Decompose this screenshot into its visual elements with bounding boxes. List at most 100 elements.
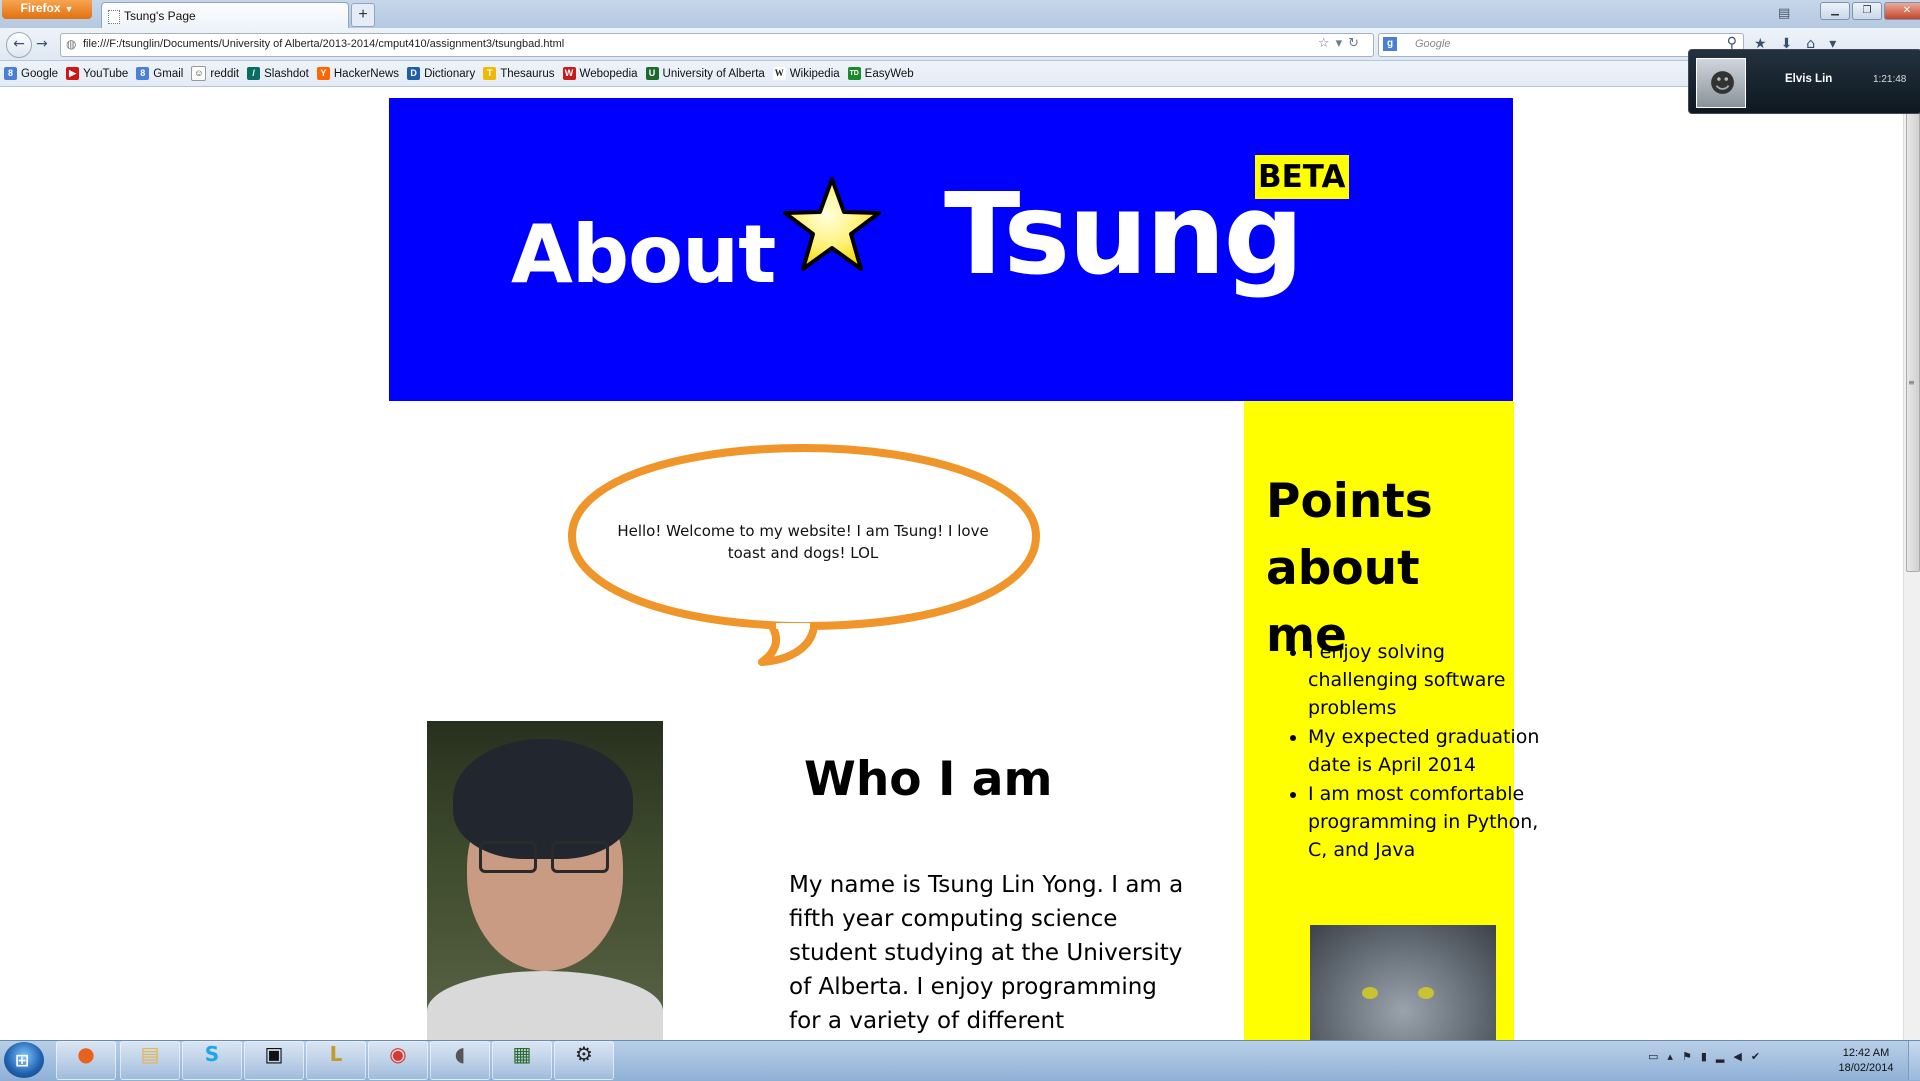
- bookmark-label: Webopedia: [579, 67, 638, 80]
- hackernews-icon: Y: [316, 67, 330, 80]
- bookmark-dictionary[interactable]: D Dictionary: [407, 67, 475, 80]
- windows-logo-icon: ⊞: [15, 1051, 30, 1071]
- bookmark-label: HackerNews: [333, 67, 400, 80]
- bookmark-slashdot[interactable]: / Slashdot: [247, 67, 309, 80]
- notification-name: Elvis Lin: [1785, 73, 1833, 85]
- signal-icon[interactable]: ▂: [1716, 1050, 1733, 1063]
- bookmark-thesaurus[interactable]: T Thesaurus: [483, 67, 555, 80]
- clock-date: 18/02/2014: [1838, 1062, 1894, 1074]
- flag-icon[interactable]: ⚑: [1682, 1050, 1701, 1063]
- list-item: My expected graduation date is April 201…: [1308, 723, 1554, 779]
- ualberta-icon: U: [645, 67, 659, 80]
- slashdot-icon: /: [247, 67, 261, 80]
- bookmark-webopedia[interactable]: W Webopedia: [562, 67, 638, 80]
- bookmark-label: EasyWeb: [864, 67, 914, 80]
- chrome-icon[interactable]: ◉: [368, 1041, 428, 1080]
- bookmark-label: Thesaurus: [500, 67, 555, 80]
- start-button[interactable]: ⊞: [4, 1042, 44, 1078]
- scrollbar-thumb[interactable]: [1906, 104, 1920, 572]
- clock-time: 12:42 AM: [1842, 1047, 1890, 1059]
- points-list: I enjoy solving challenging software pro…: [1266, 638, 1554, 865]
- speech-bubble-text: Hello! Welcome to my website! I am Tsung…: [617, 522, 989, 562]
- cat-eye-right: [1418, 987, 1434, 999]
- photo-glasses-right: [551, 841, 609, 873]
- bookmark-label: reddit: [210, 67, 240, 80]
- google-icon: 8: [136, 67, 150, 80]
- minimize-button[interactable]: ▁: [1820, 2, 1850, 20]
- vertical-scrollbar[interactable]: ≡: [1903, 88, 1920, 1040]
- chat-notification[interactable]: ☻ Elvis Lin 1:21:48: [1688, 49, 1920, 114]
- show-hidden-icons[interactable]: ▴: [1667, 1050, 1682, 1063]
- clock[interactable]: 12:42 AM 18/02/2014: [1826, 1046, 1906, 1076]
- network-icon[interactable]: ▮: [1701, 1050, 1716, 1063]
- chevron-down-icon: ▼: [64, 4, 74, 14]
- url-bar[interactable]: ◍ file:///F:/tsunglin/Documents/Universi…: [60, 33, 1374, 57]
- monitor-icon[interactable]: ▦: [492, 1041, 552, 1080]
- who-i-am-heading: Who I am: [804, 752, 1053, 807]
- system-tray: ▭▴⚑▮▂◀✔: [1648, 1050, 1769, 1063]
- bookmark-label: Slashdot: [264, 67, 309, 80]
- banner-about-text: About: [511, 208, 776, 301]
- firefox-menu-button[interactable]: Firefox ▼: [2, 0, 92, 19]
- steam-icon[interactable]: ⚙: [554, 1041, 614, 1080]
- tab-list-icon[interactable]: ▤: [1778, 6, 1790, 21]
- tab-label: Tsung's Page: [124, 9, 196, 23]
- bookmark-university-of-alberta[interactable]: U University of Alberta: [645, 67, 765, 80]
- show-desktop-button[interactable]: [1908, 1041, 1920, 1080]
- bookmark-label: Gmail: [153, 67, 184, 80]
- firefox-icon[interactable]: ●: [56, 1041, 116, 1080]
- avatar: ☻: [1696, 58, 1746, 108]
- terminal-icon[interactable]: ▣: [244, 1041, 304, 1080]
- list-item: I am most comfortable programming in Pyt…: [1308, 780, 1554, 864]
- bookmark-hackernews[interactable]: Y HackerNews: [316, 67, 400, 80]
- webopedia-icon: W: [562, 67, 576, 80]
- reload-icon[interactable]: ↻: [1348, 36, 1365, 51]
- security-icon[interactable]: ✔: [1751, 1050, 1769, 1063]
- beta-badge: BETA: [1255, 155, 1349, 199]
- dictionary-icon: D: [407, 67, 421, 80]
- globe-icon: ◍: [66, 37, 77, 51]
- profile-photo: [427, 721, 663, 1040]
- thesaurus-icon: T: [483, 67, 497, 80]
- tab-tsungs-page[interactable]: Tsung's Page: [101, 2, 349, 29]
- bookmark-label: Wikipedia: [789, 67, 840, 80]
- bookmark-youtube[interactable]: ▶ YouTube: [66, 67, 128, 80]
- close-button[interactable]: ✕: [1884, 2, 1920, 20]
- photo-glasses-left: [479, 841, 537, 873]
- search-placeholder: Google: [1415, 38, 1451, 50]
- cat-eye-left: [1362, 987, 1378, 999]
- bio-paragraph: My name is Tsung Lin Yong. I am a fifth …: [789, 872, 1184, 1034]
- bookmark-google[interactable]: 8 Google: [4, 67, 58, 80]
- td-icon: TD: [847, 67, 861, 80]
- bookmark-gmail[interactable]: 8 Gmail: [136, 67, 183, 80]
- explorer-icon[interactable]: ▤: [120, 1041, 180, 1080]
- bookmark-star-icon[interactable]: ☆: [1318, 36, 1336, 51]
- bookmarks-toolbar: 8 Google ▶ YouTube 8 Gmail ☺ reddit / Slashdo…: [0, 61, 1920, 87]
- keyboard-icon[interactable]: ▭: [1648, 1050, 1667, 1063]
- star-icon: [783, 177, 881, 271]
- dropdown-arrow-icon[interactable]: ▾: [1336, 36, 1349, 51]
- league-of-legends-icon[interactable]: L: [306, 1041, 366, 1080]
- url-text: file:///F:/tsunglin/Documents/University…: [83, 38, 565, 50]
- cat-photo: [1310, 925, 1496, 1040]
- maximize-button[interactable]: ❐: [1852, 2, 1882, 20]
- mouse-icon[interactable]: ◖: [430, 1041, 490, 1080]
- reddit-icon: ☺: [191, 66, 207, 81]
- url-actions: ☆▾↻: [1318, 36, 1365, 51]
- banner-title: Tsung: [944, 170, 1304, 300]
- bookmark-label: Dictionary: [424, 67, 476, 80]
- bookmark-label: YouTube: [83, 67, 129, 80]
- window-controls: ▁ ❐ ✕: [1820, 2, 1920, 20]
- google-icon[interactable]: g: [1383, 37, 1397, 51]
- wikipedia-icon: W: [772, 67, 786, 80]
- bookmark-label: Google: [21, 67, 59, 80]
- bookmark-reddit[interactable]: ☺ reddit: [191, 66, 239, 81]
- volume-icon[interactable]: ◀: [1733, 1050, 1750, 1063]
- bookmark-wikipedia[interactable]: W Wikipedia: [772, 67, 840, 80]
- new-tab-button[interactable]: +: [351, 3, 375, 27]
- forward-button[interactable]: →: [36, 36, 48, 52]
- bookmark-easyweb[interactable]: TD EasyWeb: [847, 67, 914, 80]
- back-button[interactable]: ←: [6, 32, 32, 58]
- photo-shirt: [427, 971, 663, 1040]
- skype-icon[interactable]: S: [182, 1041, 242, 1080]
